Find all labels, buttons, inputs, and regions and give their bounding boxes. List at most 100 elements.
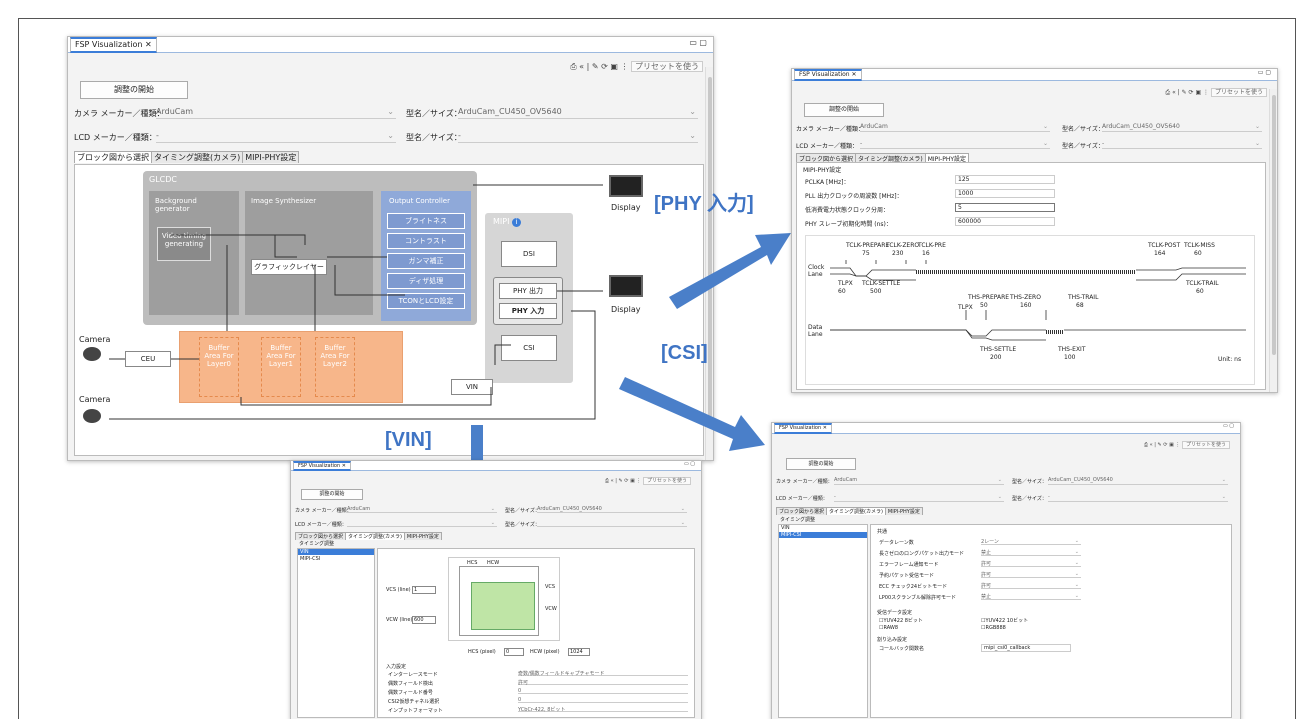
- tab-timing-camera[interactable]: タイミング調整(カメラ): [826, 507, 886, 515]
- row1-select[interactable]: 許可: [518, 679, 688, 686]
- csi-row1-select[interactable]: 禁止 ⌄: [981, 549, 1081, 556]
- recv-yuv422-8-label: YUV422 8ビット: [883, 618, 923, 624]
- row2-select[interactable]: 0: [518, 688, 688, 694]
- timing-waveforms: [830, 260, 1246, 341]
- row1-value: 許可: [518, 680, 529, 686]
- field-init-input[interactable]: 600000: [955, 217, 1055, 226]
- lcd-label: LCD メーカー／種類：: [796, 143, 859, 150]
- phy-window: FSP Visualization ✕ ▭ ▢ ⎙ « | ✎ ⟳ ▣ ⋮ プリ…: [791, 68, 1278, 393]
- camera-select[interactable]: ArduCam ⌄: [860, 123, 1050, 132]
- tab-title: FSP Visualization: [799, 71, 850, 78]
- camera-value: ArduCam: [834, 477, 858, 483]
- field-pll-input[interactable]: 1000: [955, 189, 1055, 198]
- timing-diagram: TCLK-PREPARE 75 TCLK-ZERO 230 TCLK-PRE 1…: [805, 235, 1255, 385]
- tab-mipi-phy[interactable]: MIPI-PHY設定: [403, 532, 442, 540]
- recv-yuv422-8[interactable]: ☐YUV422 8ビット: [879, 617, 923, 624]
- list-item-mipi-csi[interactable]: MIPI-CSI: [300, 556, 320, 562]
- csi-row5-select[interactable]: 禁止 ⌄: [981, 593, 1081, 600]
- field-pclka-input[interactable]: 125: [955, 175, 1055, 184]
- preset-button[interactable]: プリセットを使う: [1210, 88, 1267, 97]
- toolbar: ⎙ « | ✎ ⟳ ▣ ⋮ プリセットを使う: [605, 477, 691, 485]
- input-section-title: 入力設定: [386, 664, 407, 670]
- capture-diagram: HCS HCW VCS VCW: [448, 557, 560, 641]
- model-select[interactable]: ArduCam_CU450_OV5640 ⌄: [1048, 477, 1228, 485]
- row4-select[interactable]: YCbCr-422, 8ビット: [518, 706, 688, 713]
- sub-tab[interactable]: タイミング調整: [780, 516, 815, 523]
- list-item-mipi-csi[interactable]: MIPI-CSI: [779, 532, 867, 538]
- lcd-label: LCD メーカー／種類：: [295, 522, 347, 528]
- lcd-model-select[interactable]: - ⌄: [1048, 494, 1228, 502]
- scroll-thumb[interactable]: [1272, 95, 1276, 355]
- camera-select[interactable]: ArduCam ⌄: [347, 506, 497, 513]
- chevron-down-icon: ⌄: [1254, 123, 1260, 130]
- row3-select[interactable]: 0: [518, 697, 688, 703]
- field-lp-div-input[interactable]: 5: [955, 203, 1055, 212]
- tab-block-diagram[interactable]: ブロック図から選択: [295, 532, 347, 540]
- phy-scrollbar[interactable]: [1269, 89, 1277, 392]
- lcd-model-select[interactable]: ⌄: [537, 520, 687, 527]
- camera-select[interactable]: ArduCam ⌄: [834, 477, 1004, 485]
- vcs-input[interactable]: 1: [412, 586, 436, 594]
- csi-row0-select[interactable]: 2レーン ⌄: [981, 538, 1081, 545]
- start-adjust-button[interactable]: 調整の開始: [786, 458, 856, 470]
- list-item-vin[interactable]: VIN: [781, 525, 790, 531]
- page-tabs: ブロック図から選択 タイミング調整(カメラ) MIPI-PHY設定: [295, 532, 442, 540]
- chevron-down-icon: ⌄: [1042, 123, 1048, 130]
- lcd-select[interactable]: ⌄: [347, 520, 497, 527]
- hcw-label: HCW (pixel): [530, 649, 560, 655]
- csi-row2-select[interactable]: 許可 ⌄: [981, 560, 1081, 567]
- tab-fsp-visualization[interactable]: FSP Visualization ✕: [774, 423, 832, 434]
- recv-yuv422-10-label: YUV422 10ビット: [985, 618, 1029, 624]
- start-adjust-button[interactable]: 調整の開始: [804, 103, 884, 117]
- toolbar-icons[interactable]: ⎙ « | ✎ ⟳ ▣ ⋮: [1165, 89, 1209, 96]
- callout-phy: [PHY 入力]: [654, 193, 754, 215]
- lcd-select[interactable]: - ⌄: [860, 140, 1050, 149]
- window-controls[interactable]: ▭ ▢: [1258, 69, 1271, 76]
- sub-tab[interactable]: タイミング調整: [299, 540, 334, 547]
- recv-rgb888-label: RGB888: [985, 625, 1006, 631]
- lcd-model-select[interactable]: - ⌄: [1102, 140, 1262, 149]
- model-value: ArduCam_CU450_OV5640: [537, 506, 602, 512]
- vcs-label: VCS (line): [386, 587, 411, 593]
- lcd-select[interactable]: - ⌄: [834, 494, 1004, 502]
- lcd-model-value: -: [1048, 494, 1050, 500]
- csi-row0-value: 2レーン: [981, 539, 999, 545]
- csi-row5-value: 禁止: [981, 594, 992, 600]
- list-item-vin[interactable]: VIN: [298, 549, 374, 555]
- preset-button[interactable]: プリセットを使う: [642, 477, 691, 485]
- tab-bar: FSP Visualization ✕ ▭ ▢: [792, 69, 1277, 81]
- callback-input[interactable]: mipi_csi0_callback: [981, 644, 1071, 652]
- tab-fsp-visualization[interactable]: FSP Visualization ✕: [293, 461, 351, 471]
- window-controls[interactable]: ▭ ▢: [684, 461, 695, 467]
- model-select[interactable]: ArduCam_CU450_OV5640 ⌄: [537, 506, 687, 513]
- recv-raw8[interactable]: ☐RAW8: [879, 625, 898, 631]
- hcs-input[interactable]: 0: [504, 648, 524, 656]
- hcw-input[interactable]: 1024: [568, 648, 590, 656]
- lcd-model-value: -: [1102, 140, 1105, 147]
- section-title: MIPI-PHY設定: [803, 167, 842, 174]
- camera-value: ArduCam: [347, 506, 371, 512]
- recv-rgb888[interactable]: ☐RGB888: [981, 625, 1006, 631]
- vcw-input[interactable]: 600: [412, 616, 436, 624]
- csi-row3-select[interactable]: 許可 ⌄: [981, 571, 1081, 578]
- tab-timing-camera[interactable]: タイミング調整(カメラ): [345, 532, 405, 540]
- tab-block-diagram[interactable]: ブロック図から選択: [776, 507, 828, 515]
- row0-select[interactable]: 奇数/偶数フィールドキャプチャモード: [518, 670, 688, 677]
- csi-row4-select[interactable]: 許可 ⌄: [981, 582, 1081, 589]
- close-icon[interactable]: ✕: [823, 425, 827, 431]
- common-section-title: 共通: [877, 529, 888, 535]
- field-pll-label: PLL 出力クロックの周波数 [MHz]：: [805, 193, 903, 200]
- start-adjust-button[interactable]: 調整の開始: [301, 489, 363, 500]
- toolbar-icons[interactable]: ⎙ « | ✎ ⟳ ▣ ⋮: [1144, 442, 1180, 448]
- close-icon[interactable]: ✕: [342, 463, 346, 469]
- window-controls[interactable]: ▭ ▢: [1223, 423, 1234, 429]
- close-icon[interactable]: ✕: [852, 71, 857, 78]
- tab-mipi-phy[interactable]: MIPI-PHY設定: [884, 507, 923, 515]
- recv-yuv422-10[interactable]: ☐YUV422 10ビット: [981, 617, 1028, 624]
- toolbar-icons[interactable]: ⎙ « | ✎ ⟳ ▣ ⋮: [605, 478, 641, 484]
- tab-fsp-visualization[interactable]: FSP Visualization ✕: [794, 69, 862, 81]
- preset-button[interactable]: プリセットを使う: [1181, 441, 1230, 449]
- vin-settings-panel: VCS (line) 1 VCW (line) 600 HCS HCW VCS …: [377, 548, 695, 718]
- chevron-down-icon: ⌄: [1074, 571, 1079, 577]
- model-select[interactable]: ArduCam_CU450_OV5640 ⌄: [1102, 123, 1262, 132]
